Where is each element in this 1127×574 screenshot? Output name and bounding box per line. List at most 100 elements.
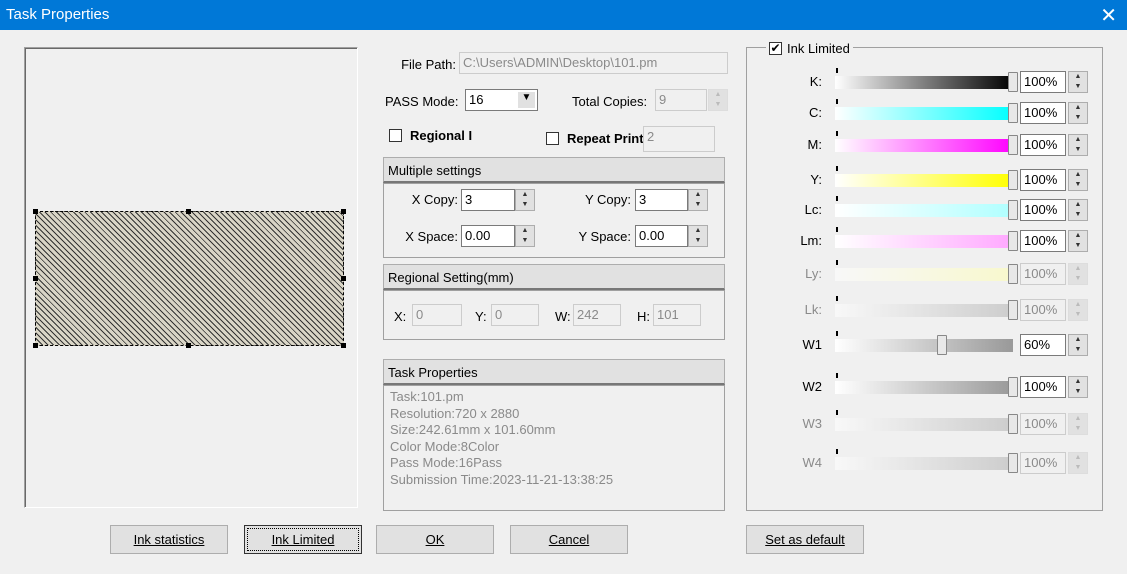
channel-slider-thumb[interactable] bbox=[1008, 135, 1018, 155]
channel-slider-track[interactable] bbox=[835, 107, 1013, 120]
cancel-button[interactable]: Cancel bbox=[510, 525, 628, 554]
channel-value-field[interactable]: 100% bbox=[1020, 71, 1066, 93]
channel-spinner[interactable]: ▲ ▼ bbox=[1068, 199, 1088, 221]
channel-slider-thumb[interactable] bbox=[1008, 72, 1018, 92]
channel-value-field[interactable]: 100% bbox=[1020, 102, 1066, 124]
channel-value-field: 100% bbox=[1020, 413, 1066, 435]
channel-label: K: bbox=[809, 74, 822, 89]
channel-spinner[interactable]: ▲ ▼ bbox=[1068, 334, 1088, 356]
channel-label: M: bbox=[807, 137, 822, 152]
channel-spinner: ▲ ▼ bbox=[1068, 452, 1088, 474]
channel-slider-thumb[interactable] bbox=[936, 335, 947, 355]
channel-label: W1 bbox=[802, 337, 823, 352]
ink-limited-button[interactable]: Ink Limited bbox=[244, 525, 362, 554]
print-image-preview[interactable] bbox=[35, 211, 344, 346]
channel-slider-thumb[interactable] bbox=[1008, 231, 1018, 251]
channel-slider-thumb[interactable] bbox=[1008, 170, 1018, 190]
slider-tick bbox=[836, 296, 838, 301]
slider-tick bbox=[836, 410, 838, 415]
channel-spinner[interactable]: ▲ ▼ bbox=[1068, 102, 1088, 124]
x-copy-field[interactable]: 3 bbox=[461, 189, 515, 211]
channel-spinner[interactable]: ▲ ▼ bbox=[1068, 230, 1088, 252]
close-icon[interactable]: ✕ bbox=[1100, 3, 1117, 28]
channel-slider-track[interactable] bbox=[835, 381, 1013, 394]
pass-mode-value: 16 bbox=[469, 92, 484, 107]
channel-slider-track bbox=[835, 457, 1013, 470]
set-as-default-button[interactable]: Set as default bbox=[746, 525, 864, 554]
channel-spinner[interactable]: ▲ ▼ bbox=[1068, 134, 1088, 156]
chevron-down-icon[interactable]: ▼ bbox=[518, 92, 535, 108]
channel-label: Y: bbox=[810, 172, 822, 187]
slider-tick bbox=[836, 449, 838, 454]
slider-tick bbox=[836, 373, 838, 378]
channel-slider-thumb[interactable] bbox=[1008, 200, 1018, 220]
task-info-line: Task:101.pm bbox=[390, 389, 464, 404]
total-copies-label: Total Copies: bbox=[572, 94, 648, 109]
channel-value-field[interactable]: 100% bbox=[1020, 169, 1066, 191]
title-bar: Task Properties ✕ bbox=[0, 0, 1127, 30]
channel-label: W4 bbox=[802, 455, 823, 470]
task-info-line: Color Mode:8Color bbox=[390, 438, 500, 454]
ink-limited-checkbox[interactable]: ✔ bbox=[769, 42, 782, 55]
repeat-print-label: Repeat Print bbox=[567, 131, 644, 146]
regional-setting-header: Regional Setting(mm) bbox=[383, 264, 725, 290]
channel-label: Lc: bbox=[804, 202, 822, 217]
channel-slider-thumb[interactable] bbox=[1008, 377, 1018, 397]
channel-slider-track bbox=[835, 304, 1013, 317]
slider-tick bbox=[836, 131, 838, 136]
channel-value-field[interactable]: 60% bbox=[1020, 334, 1066, 356]
channel-slider-track[interactable] bbox=[835, 204, 1013, 217]
channel-value-field: 100% bbox=[1020, 452, 1066, 474]
channel-slider-track[interactable] bbox=[835, 76, 1013, 89]
channel-value-field[interactable]: 100% bbox=[1020, 134, 1066, 156]
channel-label: Ly: bbox=[805, 266, 822, 281]
y-copy-field[interactable]: 3 bbox=[635, 189, 688, 211]
y-copy-spinner[interactable]: ▲ ▼ bbox=[688, 189, 708, 211]
channel-slider-track[interactable] bbox=[835, 139, 1013, 152]
channel-spinner[interactable]: ▲ ▼ bbox=[1068, 169, 1088, 191]
channel-value-field[interactable]: 100% bbox=[1020, 376, 1066, 398]
slider-tick bbox=[836, 99, 838, 104]
y-space-spinner[interactable]: ▲ ▼ bbox=[688, 225, 708, 247]
total-copies-field: 9 bbox=[655, 89, 707, 111]
regional-checkbox[interactable] bbox=[389, 129, 402, 142]
x-space-field[interactable]: 0.00 bbox=[461, 225, 515, 247]
channel-slider-track[interactable] bbox=[835, 235, 1013, 248]
channel-slider-thumb bbox=[1008, 414, 1018, 434]
region-y-label: Y: bbox=[475, 309, 487, 324]
channel-label: C: bbox=[809, 105, 822, 120]
x-space-label: X Space: bbox=[405, 229, 458, 244]
task-info-line: Submission Time:2023-11-21-13:38:25 bbox=[390, 471, 614, 487]
channel-spinner[interactable]: ▲ ▼ bbox=[1068, 376, 1088, 398]
channel-label: W2 bbox=[802, 379, 823, 394]
region-x-field: 0 bbox=[412, 304, 462, 326]
channel-slider-track[interactable] bbox=[835, 174, 1013, 187]
task-info-line: Size:242.61mm x 101.60mm bbox=[390, 422, 556, 437]
channel-slider-thumb[interactable] bbox=[1008, 103, 1018, 123]
task-properties-header: Task Properties bbox=[383, 359, 725, 385]
channel-slider-track bbox=[835, 268, 1013, 281]
pass-mode-label: PASS Mode: bbox=[385, 94, 459, 109]
task-properties-info: Task:101.pm Resolution:720 x 2880 Size:242… bbox=[383, 385, 725, 511]
x-space-spinner[interactable]: ▲ ▼ bbox=[515, 225, 535, 247]
channel-spinner: ▲ ▼ bbox=[1068, 413, 1088, 435]
channel-spinner[interactable]: ▲ ▼ bbox=[1068, 71, 1088, 93]
pass-mode-select[interactable]: 16 ▼ bbox=[465, 89, 538, 111]
x-copy-spinner[interactable]: ▲ ▼ bbox=[515, 189, 535, 211]
ink-statistics-button[interactable]: Ink statistics bbox=[110, 525, 228, 554]
repeat-print-checkbox[interactable] bbox=[546, 132, 559, 145]
y-space-label: Y Space: bbox=[578, 229, 631, 244]
channel-slider-track[interactable] bbox=[835, 339, 1013, 352]
channel-spinner: ▲ ▼ bbox=[1068, 263, 1088, 285]
task-info-line: Pass Mode:16Pass bbox=[390, 455, 503, 470]
file-path-label: File Path: bbox=[401, 57, 456, 72]
slider-tick bbox=[836, 196, 838, 201]
channel-value-field[interactable]: 100% bbox=[1020, 230, 1066, 252]
channel-value-field[interactable]: 100% bbox=[1020, 199, 1066, 221]
region-h-label: H: bbox=[637, 309, 650, 324]
y-space-field[interactable]: 0.00 bbox=[635, 225, 688, 247]
multiple-settings-header: Multiple settings bbox=[383, 157, 725, 183]
file-path-field: C:\Users\ADMIN\Desktop\101.pm bbox=[459, 52, 728, 74]
regional-label: Regional I bbox=[410, 128, 473, 143]
ok-button[interactable]: OK bbox=[376, 525, 494, 554]
